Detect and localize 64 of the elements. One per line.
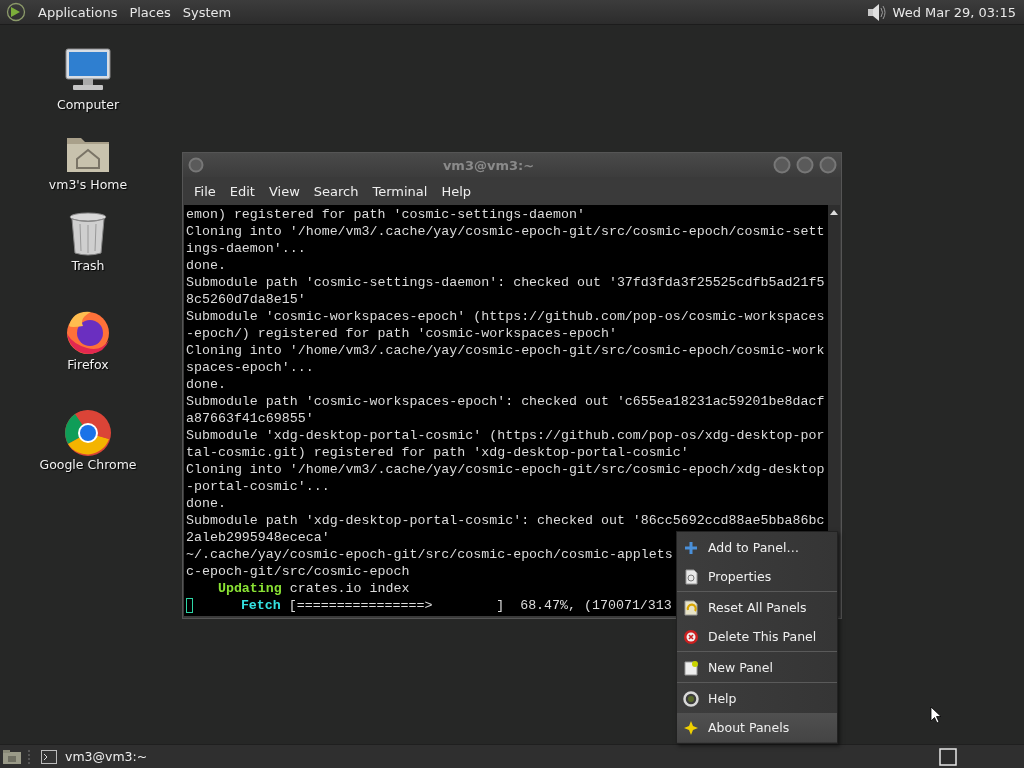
maximize-button[interactable] xyxy=(796,156,814,174)
menu-item[interactable]: New Panel xyxy=(677,653,837,682)
document-icon xyxy=(683,599,699,616)
menu-item[interactable]: Reset All Panels xyxy=(677,593,837,622)
terminal-line: tal-cosmic.git) registered for path 'xdg-desktop-portal-cosmic' xyxy=(186,444,689,461)
star-icon xyxy=(683,719,699,736)
terminal-line: Submodule 'xdg-desktop-portal-cosmic' (https://github.com/pop-os/xdg-desktop-por xyxy=(186,427,825,444)
terminal-line: Updating crates.io index xyxy=(216,580,410,597)
workspace-switcher[interactable] xyxy=(939,747,957,766)
menu-item[interactable]: Applications xyxy=(32,2,124,22)
terminal-line: a87663f41c69855' xyxy=(186,410,314,427)
terminal-line: done. xyxy=(186,376,226,393)
terminal-line: Submodule path 'cosmic-settings-daemon': checked out '37fd3fda3f25525cdfb5ad21f5 xyxy=(186,274,825,291)
menu-item[interactable]: Add to Panel… xyxy=(677,533,837,562)
terminal-line: emon) registered for path 'cosmic-settings-daemon' xyxy=(186,206,585,223)
scroll-up-icon[interactable] xyxy=(829,208,839,216)
terminal-line: ~/.cache/yay/cosmic-epoch-git/src/cosmic-epoch/cosmic-applets xyxy=(186,546,673,563)
show-desktop-icon[interactable] xyxy=(2,747,22,766)
terminal-line: Cloning into '/home/vm3/.cache/yay/cosmic-epoch-git/src/cosmic-epoch/cosmic-sett xyxy=(186,223,825,240)
terminal-line: spaces-epoch'... xyxy=(186,359,314,376)
distro-logo-icon[interactable] xyxy=(6,2,26,22)
menu-item[interactable]: Help xyxy=(677,684,837,713)
help-icon xyxy=(683,690,699,707)
icon-label[interactable]: Google Chrome xyxy=(39,457,137,472)
terminal-line: -portal-cosmic'... xyxy=(186,478,330,495)
terminal-line: done. xyxy=(186,495,226,512)
menu-item[interactable]: About Panels xyxy=(677,713,837,742)
menu-item[interactable]: Properties xyxy=(677,562,837,591)
terminal-line: Submodule 'cosmic-workspaces-epoch' (https://github.com/pop-os/cosmic-workspaces xyxy=(186,308,825,325)
terminal-line: Submodule path 'cosmic-workspaces-epoch': checked out 'c655ea18231ac59201be8dacf xyxy=(186,393,825,410)
menu-item[interactable]: Delete This Panel xyxy=(677,622,837,651)
clock[interactable]: Wed Mar 29, 03:15 xyxy=(890,2,1018,22)
menu-item[interactable]: Edit xyxy=(222,181,262,201)
menu-item[interactable]: Places xyxy=(123,2,177,22)
terminal-line: Submodule path 'xdg-desktop-portal-cosmic': checked out '86cc5692ccd88ae5bba86bc xyxy=(186,512,825,529)
delete-icon xyxy=(683,628,699,645)
add-icon xyxy=(683,539,699,556)
terminal-icon xyxy=(41,749,57,764)
terminal-line: Cloning into '/home/vm3/.cache/yay/cosmic-epoch-git/src/cosmic-epoch/xdg-desktop xyxy=(186,461,825,478)
icon-label[interactable]: Trash xyxy=(71,258,105,273)
document-icon xyxy=(683,659,699,676)
icon-label[interactable]: vm3's Home xyxy=(48,177,128,192)
terminal-line: Fetch [================> ] 68.47%, (170071/313 xyxy=(239,597,672,614)
terminal-line: Cloning into '/home/vm3/.cache/yay/cosmic-epoch-git/src/cosmic-epoch/cosmic-work xyxy=(186,342,825,359)
menu-item[interactable]: View xyxy=(261,181,307,201)
taskbar-button[interactable]: vm3@vm3:~ xyxy=(41,747,154,766)
menu-item[interactable]: System xyxy=(176,2,238,22)
terminal-line: -epoch/) registered for path 'cosmic-workspaces-epoch' xyxy=(186,325,617,342)
terminal-line: done. xyxy=(186,257,226,274)
menu-item[interactable]: File xyxy=(187,181,223,201)
menu-item[interactable]: Terminal xyxy=(365,181,435,201)
menu-item[interactable]: Help xyxy=(434,181,479,201)
terminal-line: 8c5260d7da8e15' xyxy=(186,291,306,308)
close-button[interactable] xyxy=(819,156,837,174)
terminal-line: c-epoch-git/src/cosmic-epoch xyxy=(186,563,410,580)
minimize-button[interactable] xyxy=(773,156,791,174)
window-title: vm3@vm3:~ xyxy=(442,157,535,173)
mouse-pointer-icon xyxy=(930,706,942,724)
icon-label[interactable]: Computer xyxy=(56,97,120,112)
document-icon xyxy=(683,568,699,585)
terminal-line: ings-daemon'... xyxy=(186,240,306,257)
terminal-line: 2aleb2995948ececa' xyxy=(186,529,330,546)
icon-label[interactable]: Firefox xyxy=(67,357,109,372)
menu-item[interactable]: Search xyxy=(306,181,366,201)
